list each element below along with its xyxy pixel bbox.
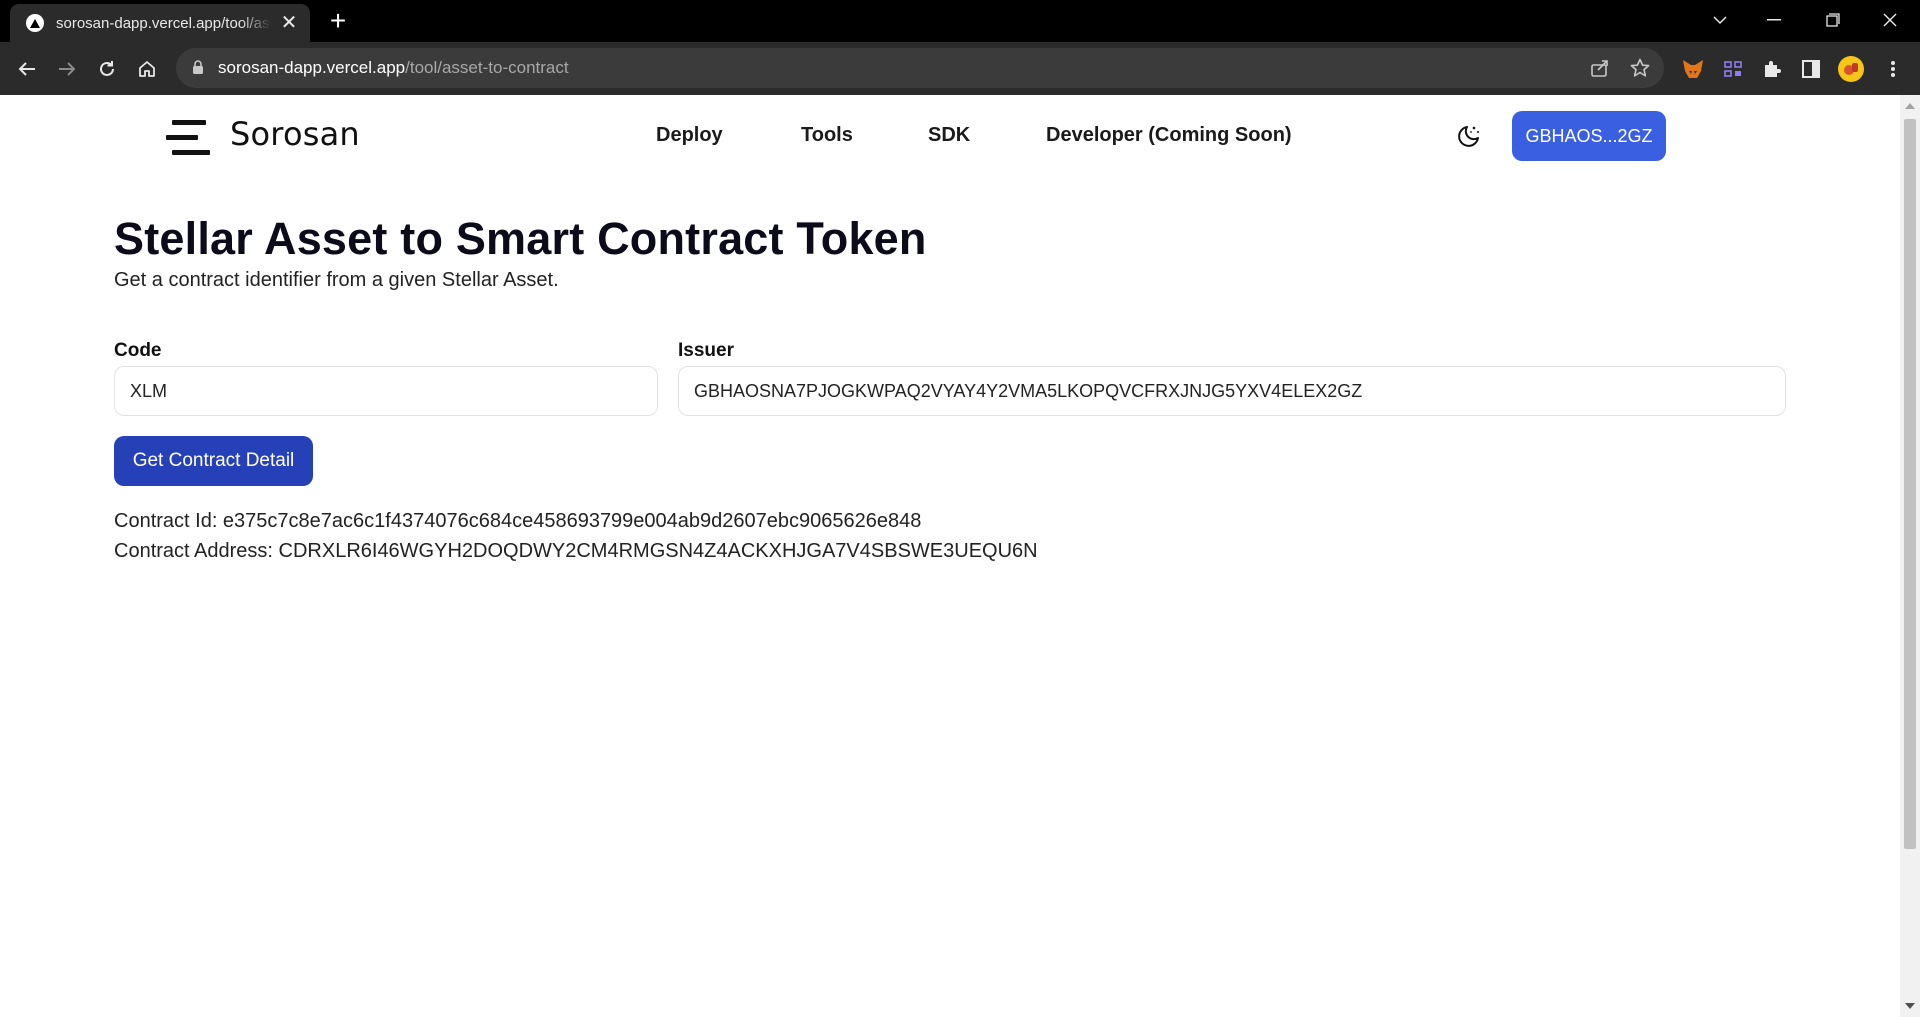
sorosan-logo-icon[interactable]	[166, 117, 210, 157]
star-icon[interactable]	[1628, 56, 1652, 80]
brand-name[interactable]: Sorosan	[230, 115, 360, 153]
scrollbar-thumb[interactable]	[1904, 119, 1916, 849]
tab-close-icon[interactable]: ✕	[280, 13, 298, 33]
nav-sdk[interactable]: SDK	[928, 124, 970, 147]
reload-icon[interactable]	[92, 54, 122, 84]
code-label: Code	[114, 340, 162, 361]
vertical-scrollbar[interactable]	[1900, 95, 1920, 1017]
wallet-address-button[interactable]: GBHAOS...2GZ	[1512, 111, 1666, 161]
nav-deploy[interactable]: Deploy	[656, 124, 723, 147]
contract-address-text: Contract Address: CDRXLR6I46WGYH2DOQDWY2…	[114, 540, 1038, 562]
moon-icon[interactable]	[1455, 122, 1483, 150]
new-tab-button[interactable]: +	[324, 7, 352, 36]
forward-arrow-icon[interactable]	[52, 54, 82, 84]
extension-icon[interactable]	[1720, 56, 1746, 82]
browser-tabbar: sorosan-dapp.vercel.app/tool/asset-to-co…	[0, 0, 1920, 42]
lock-icon[interactable]	[192, 60, 204, 80]
tab-search-icon[interactable]	[1700, 6, 1740, 34]
home-icon[interactable]	[132, 54, 162, 84]
url-text[interactable]: sorosan-dapp.vercel.app/tool/asset-to-co…	[218, 58, 569, 78]
share-icon[interactable]	[1588, 56, 1612, 80]
kebab-menu-icon[interactable]	[1880, 56, 1906, 82]
close-window-icon[interactable]	[1870, 6, 1910, 34]
nav-developer[interactable]: Developer (Coming Soon)	[1046, 124, 1292, 147]
issuer-input[interactable]: GBHAOSNA7PJOGKWPAQ2VYAY4Y2VMA5LKOPQVCFRX…	[678, 366, 1786, 416]
address-bar[interactable]: sorosan-dapp.vercel.app/tool/asset-to-co…	[176, 48, 1664, 88]
nav-tools[interactable]: Tools	[801, 124, 853, 147]
scroll-up-arrow-icon[interactable]	[1905, 103, 1915, 109]
page-content: Sorosan Deploy Tools SDK Developer (Comi…	[0, 95, 1900, 1017]
contract-id-text: Contract Id: e375c7c8e7ac6c1f4374076c684…	[114, 510, 922, 532]
puzzle-icon[interactable]	[1759, 56, 1785, 82]
scroll-down-arrow-icon[interactable]	[1905, 1003, 1915, 1009]
page-subtitle: Get a contract identifier from a given S…	[114, 269, 559, 291]
code-input[interactable]: XLM	[114, 366, 658, 416]
issuer-label: Issuer	[678, 340, 734, 361]
restore-icon[interactable]	[1813, 6, 1853, 34]
browser-toolbar: sorosan-dapp.vercel.app/tool/asset-to-co…	[0, 42, 1920, 95]
back-arrow-icon[interactable]	[12, 54, 42, 84]
vercel-favicon-icon	[26, 14, 44, 32]
profile-avatar-icon[interactable]	[1838, 56, 1864, 82]
side-panel-icon[interactable]	[1798, 56, 1824, 82]
page-title: Stellar Asset to Smart Contract Token	[114, 213, 927, 264]
tab-title: sorosan-dapp.vercel.app/tool/asset-to-co…	[56, 14, 272, 32]
get-contract-detail-button[interactable]: Get Contract Detail	[114, 436, 313, 486]
browser-tab[interactable]: sorosan-dapp.vercel.app/tool/asset-to-co…	[10, 4, 310, 42]
metamask-icon[interactable]	[1680, 56, 1706, 82]
minimize-icon[interactable]	[1754, 6, 1794, 34]
